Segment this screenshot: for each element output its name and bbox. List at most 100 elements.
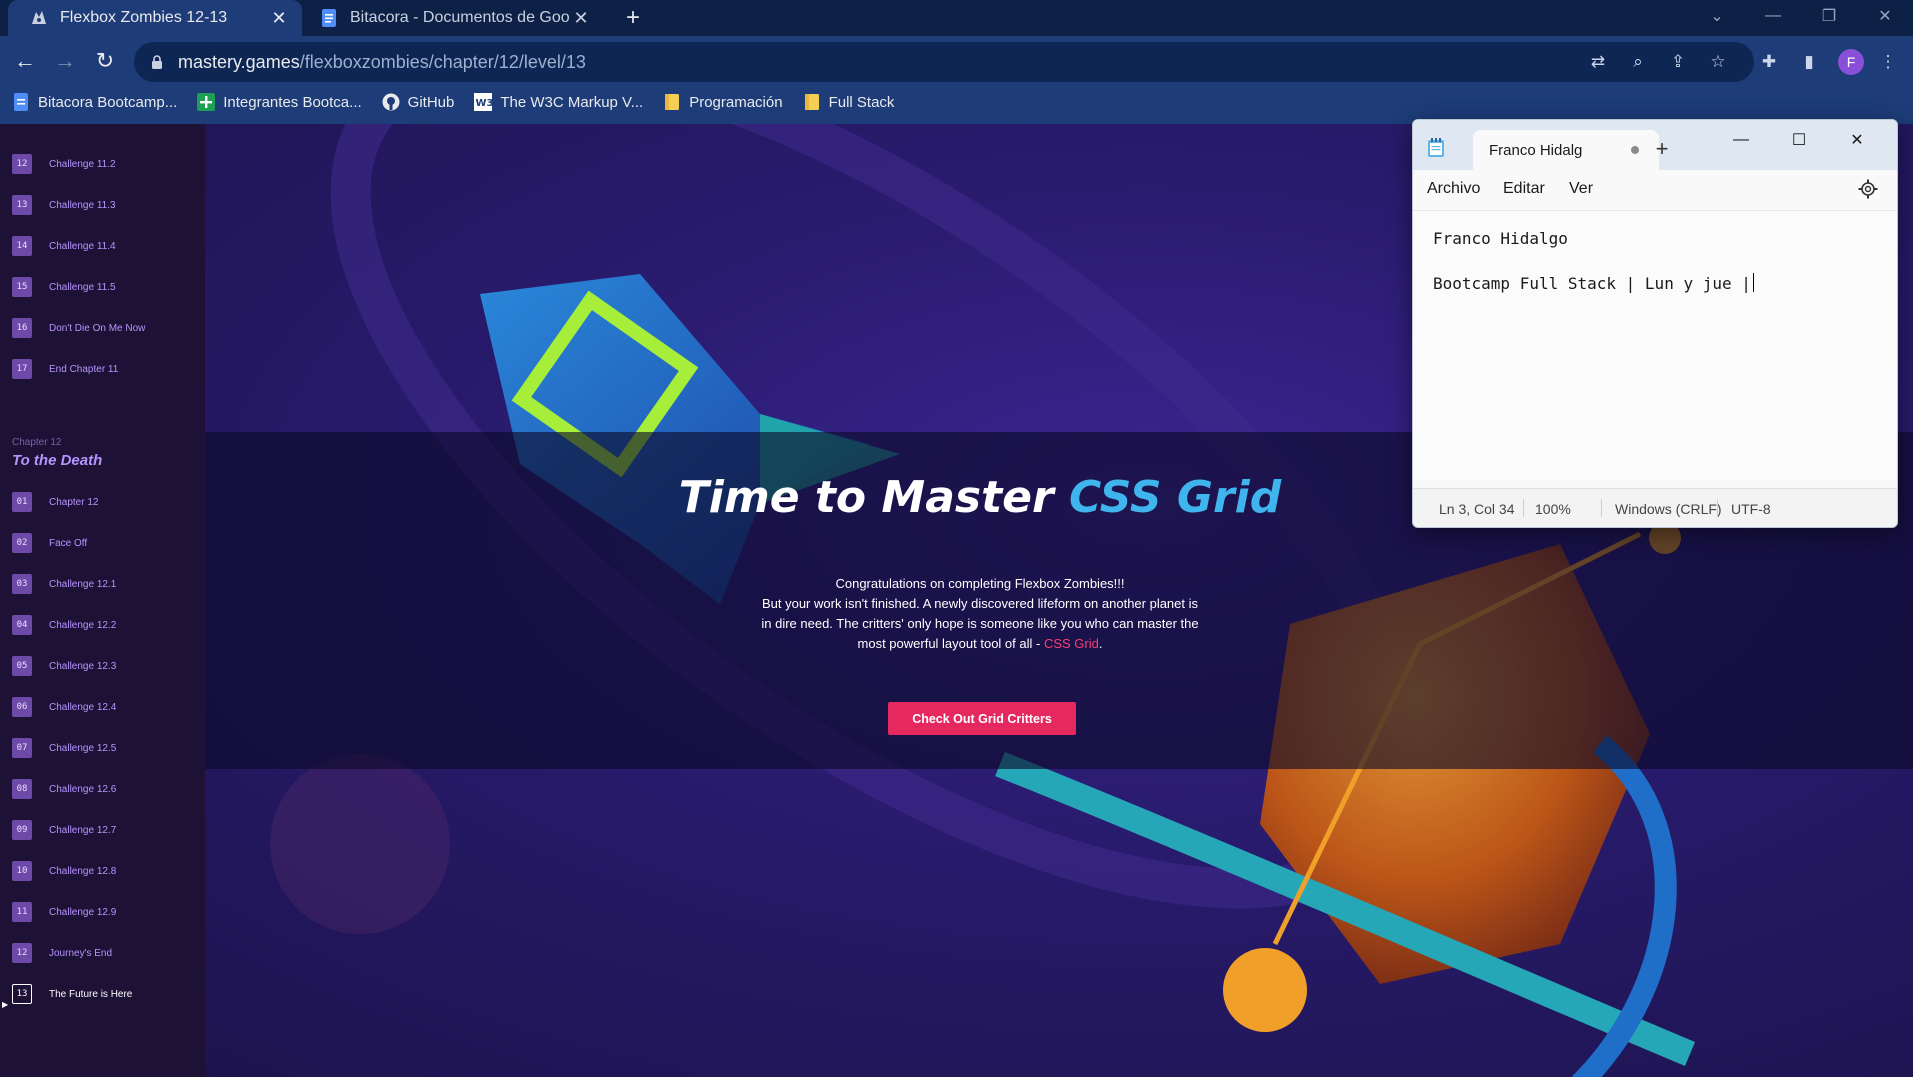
tab-strip: Flexbox Zombies 12-13 ✕ Bitacora - Docum… [0, 0, 1913, 36]
reload-icon[interactable]: ↻ [90, 46, 120, 76]
level-label: Challenge 11.5 [49, 281, 116, 293]
sidebar-item-chapter-12[interactable]: 01 Chapter 12 [12, 491, 98, 513]
new-tab-button[interactable]: + [619, 4, 647, 32]
check-out-grid-critters-button[interactable]: Check Out Grid Critters [888, 702, 1076, 735]
sidebar-item-12-4[interactable]: 06 Challenge 12.4 [12, 696, 116, 718]
translate-icon[interactable]: ⇄ [1586, 50, 1610, 74]
sidebar-item-face-off[interactable]: 02 Face Off [12, 532, 87, 554]
menu-editar[interactable]: Editar [1503, 180, 1545, 198]
w3c-icon: W3 [474, 93, 493, 111]
level-label: Journey's End [49, 947, 113, 959]
sidebar-item-12-7[interactable]: 09 Challenge 12.7 [12, 819, 116, 841]
status-divider [1523, 499, 1524, 517]
tab-flexbox-zombies[interactable]: Flexbox Zombies 12-13 ✕ [8, 0, 302, 36]
bookmark-label: Integrantes Bootca... [223, 93, 362, 111]
hero-description: Congratulations on completing Flexbox Zo… [760, 574, 1200, 654]
github-icon [382, 93, 400, 111]
notepad-close-icon[interactable]: ✕ [1835, 124, 1879, 156]
address-bar[interactable]: mastery.games/flexboxzombies/chapter/12/… [134, 42, 1754, 82]
status-divider [1601, 499, 1602, 517]
menu-archivo[interactable]: Archivo [1427, 180, 1480, 198]
tab-search-icon[interactable]: ⌄ [1689, 0, 1745, 32]
level-label: Challenge 11.4 [49, 240, 116, 252]
sidebar-item-11-4[interactable]: 14 Challenge 11.4 [12, 235, 116, 257]
sidebar-item-12-6[interactable]: 08 Challenge 12.6 [12, 778, 116, 800]
line-ending: Windows (CRLF) [1615, 501, 1722, 517]
side-panel-icon[interactable]: ▮ [1797, 50, 1821, 74]
notepad-minimize-icon[interactable]: — [1719, 124, 1763, 156]
level-number: 02 [12, 533, 32, 553]
menu-ver[interactable]: Ver [1569, 180, 1593, 198]
restore-icon[interactable]: ❐ [1801, 0, 1857, 32]
sidebar-item-12-3[interactable]: 05 Challenge 12.3 [12, 655, 116, 677]
docs-icon [12, 93, 30, 111]
level-number: 07 [12, 738, 32, 758]
level-label: The Future is Here [49, 988, 133, 1000]
zoom-level: 100% [1535, 501, 1571, 517]
level-number: 03 [12, 574, 32, 594]
level-number: 06 [12, 697, 32, 717]
settings-gear-icon[interactable] [1857, 178, 1879, 200]
sidebar-item-12-9[interactable]: 11 Challenge 12.9 [12, 901, 116, 923]
level-label: Challenge 12.2 [49, 619, 117, 631]
sidebar-item-11-2[interactable]: 12 Challenge 11.2 [12, 153, 116, 175]
level-number: 15 [12, 277, 32, 297]
level-label: Challenge 12.5 [49, 742, 117, 754]
bookmark-star-icon[interactable]: ☆ [1706, 50, 1730, 74]
hero-period: . [1098, 636, 1103, 651]
close-tab-icon[interactable]: ✕ [570, 7, 592, 29]
bookmark-label: Bitacora Bootcamp... [38, 93, 178, 111]
level-number: 09 [12, 820, 32, 840]
notepad-maximize-icon[interactable]: ☐ [1777, 124, 1821, 156]
bookmark-w3c[interactable]: W3 The W3C Markup V... [474, 93, 643, 111]
sidebar-item-12-2[interactable]: 04 Challenge 12.2 [12, 614, 116, 636]
level-label: Face Off [49, 537, 88, 549]
level-label: End Chapter 11 [49, 363, 119, 375]
level-sidebar: 12 Challenge 11.2 13 Challenge 11.3 14 Chal… [0, 124, 205, 1077]
close-window-icon[interactable]: ✕ [1857, 0, 1913, 32]
bookmark-full-stack[interactable]: Full Stack [803, 93, 894, 111]
notepad-app-icon [1427, 138, 1445, 158]
share-icon[interactable]: ⇪ [1666, 50, 1690, 74]
browser-toolbar: ← → ↻ mastery.games/flexboxzombies/chapt… [0, 36, 1913, 124]
bookmark-integrantes[interactable]: Integrantes Bootca... [197, 93, 362, 111]
sidebar-item-11-5[interactable]: 15 Challenge 11.5 [12, 276, 116, 298]
css-grid-link[interactable]: CSS Grid [1044, 636, 1099, 651]
back-arrow-icon[interactable]: ← [10, 46, 40, 76]
zoom-icon[interactable]: ⌕ [1626, 50, 1650, 74]
url-host: mastery.games [178, 51, 300, 72]
level-number: 04 [12, 615, 32, 635]
level-number: 17 [12, 359, 32, 379]
sidebar-item-end-chapter-11[interactable]: 17 End Chapter 11 [12, 358, 118, 380]
forward-arrow-icon[interactable]: → [50, 46, 80, 76]
sidebar-item-12-5[interactable]: 07 Challenge 12.5 [12, 737, 116, 759]
level-label: Challenge 12.7 [49, 824, 117, 836]
lock-icon[interactable] [148, 53, 166, 71]
chapter-number-label: Chapter 12 [12, 437, 62, 448]
svg-text:W3: W3 [476, 98, 493, 109]
bookmark-bitacora[interactable]: Bitacora Bootcamp... [12, 93, 177, 111]
notepad-tab-title: Franco Hidalg [1489, 141, 1583, 159]
text-line-1: Franco Hidalgo [1433, 229, 1568, 248]
notepad-window: Franco Hidalg + — ☐ ✕ Archivo Editar Ver… [1412, 119, 1898, 528]
level-label: Challenge 12.4 [49, 701, 117, 713]
minimize-icon[interactable]: — [1745, 0, 1801, 32]
notepad-tab[interactable]: Franco Hidalg [1473, 130, 1659, 170]
close-tab-icon[interactable]: ✕ [268, 7, 290, 29]
extensions-icon[interactable]: ✚ [1757, 50, 1781, 74]
tab-title: Flexbox Zombies 12-13 [60, 9, 228, 26]
profile-avatar[interactable]: F [1838, 49, 1864, 75]
chrome-menu-icon[interactable]: ⋮ [1876, 50, 1900, 74]
google-docs-icon [320, 9, 338, 27]
notepad-text-area[interactable]: Franco Hidalgo Bootcamp Full Stack | Lun… [1413, 210, 1897, 479]
sidebar-item-11-3[interactable]: 13 Challenge 11.3 [12, 194, 116, 216]
sidebar-item-dont-die[interactable]: 16 Don't Die On Me Now [12, 317, 145, 339]
sidebar-item-journeys-end[interactable]: 12 Journey's End [12, 942, 112, 964]
sidebar-item-12-1[interactable]: 03 Challenge 12.1 [12, 573, 116, 595]
notepad-new-tab-button[interactable]: + [1647, 134, 1677, 164]
sidebar-item-12-8[interactable]: 10 Challenge 12.8 [12, 860, 116, 882]
tab-bitacora[interactable]: Bitacora - Documentos de Googl ✕ [302, 0, 604, 36]
bookmark-programacion[interactable]: Programación [663, 93, 783, 111]
sidebar-item-future-is-here[interactable]: 13 The Future is Here [12, 983, 132, 1005]
bookmark-github[interactable]: GitHub [382, 93, 454, 111]
